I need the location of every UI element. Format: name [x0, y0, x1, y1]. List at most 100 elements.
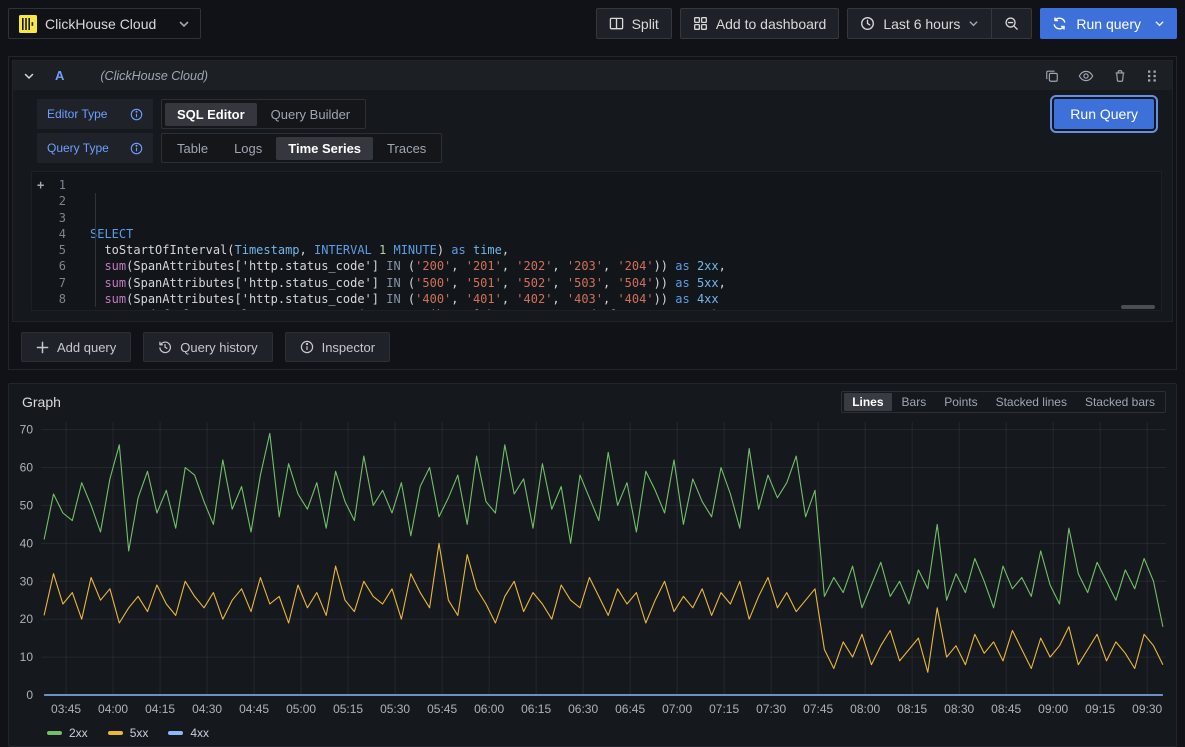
- query-type-label: Query Type: [37, 133, 153, 163]
- y-axis-tick-label: 60: [20, 461, 34, 475]
- y-axis-tick-label: 30: [20, 574, 34, 588]
- datasource-name: ClickHouse Cloud: [45, 16, 170, 32]
- split-icon: [609, 16, 624, 31]
- x-axis-tick-label: 08:15: [897, 702, 927, 716]
- option-query-builder[interactable]: Query Builder: [259, 103, 362, 126]
- zoom-out-icon: [1004, 16, 1019, 31]
- inspector-button[interactable]: Inspector: [285, 332, 390, 362]
- code-gutter: 1+2345678: [32, 172, 78, 310]
- x-axis-tick-label: 05:45: [427, 702, 457, 716]
- drag-handle-icon[interactable]: [1146, 69, 1158, 83]
- run-query-label: Run query: [1076, 16, 1141, 32]
- tab-time-series[interactable]: Time Series: [276, 137, 373, 160]
- x-axis-tick-label: 08:30: [944, 702, 974, 716]
- code-line: FROM "default"."otel_traces" WHERE ( Spa…: [90, 307, 1161, 310]
- legend-item-4xx[interactable]: 4xx: [168, 726, 209, 740]
- topbar-actions: Split Add to dashboard Last 6 hours: [596, 8, 1177, 39]
- mode-points[interactable]: Points: [936, 393, 985, 411]
- code-line: sum(SpanAttributes['http.status_code'] I…: [90, 291, 1161, 307]
- query-row-header[interactable]: A (ClickHouse Cloud): [13, 61, 1172, 90]
- line-number: 7: [32, 275, 66, 291]
- chevron-down-icon: [178, 18, 190, 30]
- legend-swatch: [168, 731, 183, 735]
- mode-bars[interactable]: Bars: [894, 393, 935, 411]
- x-axis-tick-label: 07:30: [756, 702, 786, 716]
- split-button[interactable]: Split: [596, 8, 672, 39]
- info-icon[interactable]: [130, 108, 143, 121]
- series-line-5xx: [44, 543, 1163, 672]
- code-line: sum(SpanAttributes['http.status_code'] I…: [90, 258, 1161, 274]
- option-sql-editor[interactable]: SQL Editor: [165, 103, 257, 126]
- sql-code-lines: SELECT toStartOfInterval(Timestamp, INTE…: [78, 172, 1161, 310]
- x-axis-tick-label: 04:45: [239, 702, 269, 716]
- horizontal-scrollbar[interactable]: [1121, 305, 1155, 309]
- x-axis-tick-label: 05:30: [380, 702, 410, 716]
- editor-type-group: SQL EditorQuery Builder: [161, 99, 366, 129]
- query-actions-row: Add query Query history Inspector: [12, 322, 1173, 366]
- legend-item-5xx[interactable]: 5xx: [108, 726, 149, 740]
- y-axis-tick-label: 0: [26, 688, 33, 702]
- legend-item-2xx[interactable]: 2xx: [47, 726, 88, 740]
- x-axis-tick-label: 06:00: [474, 702, 504, 716]
- line-number: 6: [32, 258, 66, 274]
- add-query-label: Add query: [57, 340, 116, 355]
- query-header-icons: [1045, 69, 1162, 83]
- sql-editor[interactable]: 1+2345678 SELECT toStartOfInterval(Times…: [31, 171, 1162, 311]
- info-circle-icon: [300, 340, 314, 354]
- toggle-visibility-eye-icon[interactable]: [1078, 69, 1094, 83]
- collapse-chevron-icon[interactable]: [23, 70, 35, 82]
- x-axis-tick-label: 04:15: [145, 702, 175, 716]
- line-number: 3: [32, 210, 66, 226]
- run-query-button[interactable]: Run Query: [1054, 99, 1154, 129]
- split-label: Split: [632, 16, 659, 32]
- series-line-2xx: [44, 433, 1163, 626]
- datasource-picker[interactable]: ClickHouse Cloud: [8, 8, 201, 39]
- line-number: 5: [32, 242, 66, 258]
- mode-stacked-lines[interactable]: Stacked lines: [988, 393, 1075, 411]
- x-axis-tick-label: 04:00: [98, 702, 128, 716]
- editor-type-label: Editor Type: [37, 99, 153, 129]
- add-line-plus-icon[interactable]: +: [37, 177, 44, 193]
- x-axis-tick-label: 05:00: [286, 702, 316, 716]
- x-axis-tick-label: 03:45: [51, 702, 81, 716]
- tab-traces[interactable]: Traces: [375, 137, 438, 160]
- mode-stacked-bars[interactable]: Stacked bars: [1077, 393, 1163, 411]
- delete-query-trash-icon[interactable]: [1113, 69, 1127, 83]
- zoom-out-button[interactable]: [991, 8, 1032, 39]
- y-axis-tick-label: 50: [20, 498, 34, 512]
- query-ref-id: A: [55, 68, 64, 83]
- tab-table[interactable]: Table: [165, 137, 220, 160]
- apps-grid-icon: [693, 16, 708, 31]
- code-line: SELECT: [90, 226, 1161, 242]
- info-icon[interactable]: [130, 142, 143, 155]
- time-range-label: Last 6 hours: [883, 16, 960, 32]
- x-axis-tick-label: 09:30: [1132, 702, 1162, 716]
- x-axis-tick-label: 07:45: [803, 702, 833, 716]
- duplicate-query-icon[interactable]: [1045, 69, 1059, 83]
- mode-lines[interactable]: Lines: [844, 393, 891, 411]
- display-mode-toggle: LinesBarsPointsStacked linesStacked bars: [841, 391, 1166, 413]
- time-series-chart[interactable]: 01020304050607003:4504:0004:1504:3004:45…: [11, 412, 1174, 720]
- x-axis-tick-label: 06:45: [615, 702, 645, 716]
- line-number: 2: [32, 193, 66, 209]
- clickhouse-logo-icon: [19, 15, 37, 33]
- inspector-label: Inspector: [322, 340, 375, 355]
- y-axis-tick-label: 20: [20, 612, 34, 626]
- tab-logs[interactable]: Logs: [222, 137, 274, 160]
- indent-guide: [95, 193, 96, 307]
- query-datasource-hint: (ClickHouse Cloud): [100, 69, 208, 83]
- add-to-dashboard-button[interactable]: Add to dashboard: [680, 8, 840, 39]
- clock-icon: [860, 16, 875, 31]
- graph-title: Graph: [22, 394, 61, 410]
- graph-panel-header: Graph LinesBarsPointsStacked linesStacke…: [9, 384, 1176, 412]
- run-query-split-button[interactable]: Run query: [1040, 8, 1177, 39]
- time-range-button[interactable]: Last 6 hours: [847, 8, 991, 39]
- code-line: toStartOfInterval(Timestamp, INTERVAL 1 …: [90, 242, 1161, 258]
- add-to-dashboard-label: Add to dashboard: [716, 16, 827, 32]
- query-history-button[interactable]: Query history: [143, 332, 272, 362]
- y-axis-tick-label: 10: [20, 650, 34, 664]
- query-history-label: Query history: [180, 340, 257, 355]
- sync-icon: [1052, 16, 1067, 31]
- graph-panel: Graph LinesBarsPointsStacked linesStacke…: [8, 383, 1177, 747]
- add-query-button[interactable]: Add query: [21, 332, 131, 362]
